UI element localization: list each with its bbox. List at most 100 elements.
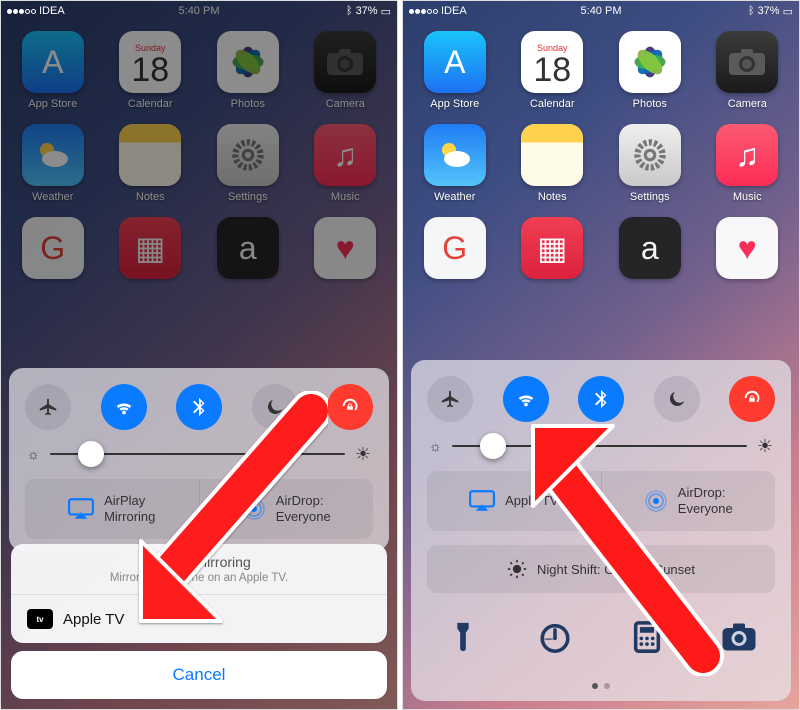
app-label: Calendar — [530, 98, 575, 110]
airplay-device-label: Apple TV — [63, 611, 124, 628]
battery-icon: ▭ — [783, 5, 793, 18]
airdrop-value: Everyone — [678, 501, 733, 517]
timer-icon — [538, 620, 572, 654]
bluetooth-icon — [188, 396, 210, 418]
airdrop-icon — [644, 489, 668, 513]
brightness-low-icon: ☼ — [27, 446, 40, 462]
flashlight-button[interactable] — [433, 607, 493, 667]
rotation-lock-toggle[interactable] — [729, 376, 775, 422]
carrier-label: IDEA — [441, 5, 467, 17]
battery-icon: ▭ — [381, 5, 391, 18]
cancel-button[interactable]: Cancel — [11, 651, 387, 699]
cc-share-row: AirPlay Mirroring AirDrop:Everyone — [25, 479, 373, 540]
calculator-button[interactable] — [617, 607, 677, 667]
app-settings[interactable]: Settings — [612, 124, 688, 203]
calculator-icon — [630, 620, 664, 654]
airplay-sub: Mirror your iPhone on an Apple TV. — [25, 572, 373, 584]
moon-icon — [666, 388, 688, 410]
camera-icon — [727, 47, 767, 77]
phone-right: AApp Store Sunday18Calendar Photos Camer… — [402, 0, 800, 710]
signal-dots-icon — [409, 9, 438, 14]
airplay-icon — [469, 490, 495, 512]
airplane-icon — [439, 388, 461, 410]
airdrop-button[interactable]: AirDrop:Everyone — [601, 471, 776, 532]
bluetooth-toggle[interactable] — [176, 384, 222, 430]
airplay-sheet: AirPlay Mirroring Mirror your iPhone on … — [11, 544, 387, 643]
airplay-device-row[interactable]: tv Apple TV — [11, 595, 387, 643]
airplay-sheet-header: AirPlay Mirroring Mirror your iPhone on … — [11, 544, 387, 595]
app-generic[interactable]: G — [417, 217, 493, 296]
app-label: Settings — [630, 191, 670, 203]
brightness-low-icon: ☼ — [429, 438, 442, 454]
control-center: ☼ ☀ AirPlay Mirroring AirDrop:Everyone — [9, 368, 389, 552]
wifi-toggle[interactable] — [101, 384, 147, 430]
lock-rotation-icon — [741, 388, 763, 410]
photos-icon — [628, 40, 672, 84]
moon-icon — [264, 396, 286, 418]
airplane-toggle[interactable] — [427, 376, 473, 422]
wifi-icon — [515, 388, 537, 410]
app-label: App Store — [430, 98, 479, 110]
airplane-icon — [37, 396, 59, 418]
app-photos[interactable]: Photos — [612, 31, 688, 110]
control-center: ☼ ☀ Apple TV AirDrop:Everyone Night Shif… — [411, 360, 791, 702]
brightness-slider[interactable]: ☼ ☀ — [427, 436, 775, 457]
app-appstore[interactable]: AApp Store — [417, 31, 493, 110]
cc-utilities — [427, 607, 775, 667]
phone-left: AApp Store Sunday18Calendar Photos Camer… — [0, 0, 398, 710]
flashlight-icon — [446, 620, 480, 654]
bluetooth-toggle[interactable] — [578, 376, 624, 422]
airplay-title: AirPlay Mirroring — [25, 554, 373, 570]
lock-rotation-icon — [339, 396, 361, 418]
app-label: Camera — [728, 98, 767, 110]
airplay-button[interactable]: Apple TV — [427, 471, 601, 532]
nightshift-value: Off Until Sunset — [604, 562, 695, 577]
bluetooth-icon: ᛒ — [748, 5, 755, 17]
timer-button[interactable] — [525, 607, 585, 667]
app-weather[interactable]: Weather — [417, 124, 493, 203]
carrier-label: IDEA — [39, 5, 65, 17]
airdrop-label: AirDrop: — [678, 485, 733, 501]
airplay-icon — [68, 498, 94, 520]
app-label: Notes — [538, 191, 567, 203]
app-music[interactable]: ♫Music — [710, 124, 786, 203]
page-dots — [427, 683, 775, 689]
app-label: Weather — [434, 191, 475, 203]
app-label: Music — [733, 191, 762, 203]
camera-button[interactable] — [709, 607, 769, 667]
airdrop-value: Everyone — [276, 509, 331, 525]
app-generic[interactable]: ♥ — [710, 217, 786, 296]
app-generic[interactable]: a — [612, 217, 688, 296]
status-bar: IDEA 5:40 PM ᛒ37%▭ — [403, 1, 799, 21]
battery-label: 37% — [356, 5, 378, 17]
app-notes[interactable]: Notes — [515, 124, 591, 203]
airplay-label: AirPlay Mirroring — [104, 493, 155, 526]
airplay-label: Apple TV — [505, 493, 558, 508]
airdrop-label: AirDrop: — [276, 493, 331, 509]
wifi-toggle[interactable] — [503, 376, 549, 422]
airplane-toggle[interactable] — [25, 384, 71, 430]
app-calendar[interactable]: Sunday18Calendar — [515, 31, 591, 110]
rotation-lock-toggle[interactable] — [327, 384, 373, 430]
bluetooth-icon — [590, 388, 612, 410]
camera-util-icon — [721, 622, 757, 652]
weather-icon — [435, 135, 475, 175]
app-label: Photos — [633, 98, 667, 110]
airplay-modal: AirPlay Mirroring Mirror your iPhone on … — [11, 544, 387, 699]
cc-toggle-row — [427, 376, 775, 422]
night-shift-button[interactable]: Night Shift: Off Until Sunset — [427, 545, 775, 593]
airplay-button[interactable]: AirPlay Mirroring — [25, 479, 199, 540]
dnd-toggle[interactable] — [654, 376, 700, 422]
app-generic[interactable]: ▦ — [515, 217, 591, 296]
brightness-high-icon: ☀ — [757, 436, 773, 457]
bluetooth-icon: ᛒ — [346, 5, 353, 17]
nightshift-prefix: Night Shift: — [537, 562, 601, 577]
airdrop-icon — [242, 497, 266, 521]
brightness-slider[interactable]: ☼ ☀ — [25, 444, 373, 465]
dnd-toggle[interactable] — [252, 384, 298, 430]
app-camera[interactable]: Camera — [710, 31, 786, 110]
cc-toggle-row — [25, 384, 373, 430]
airdrop-button[interactable]: AirDrop:Everyone — [199, 479, 374, 540]
brightness-high-icon: ☀ — [355, 444, 371, 465]
wifi-icon — [113, 396, 135, 418]
